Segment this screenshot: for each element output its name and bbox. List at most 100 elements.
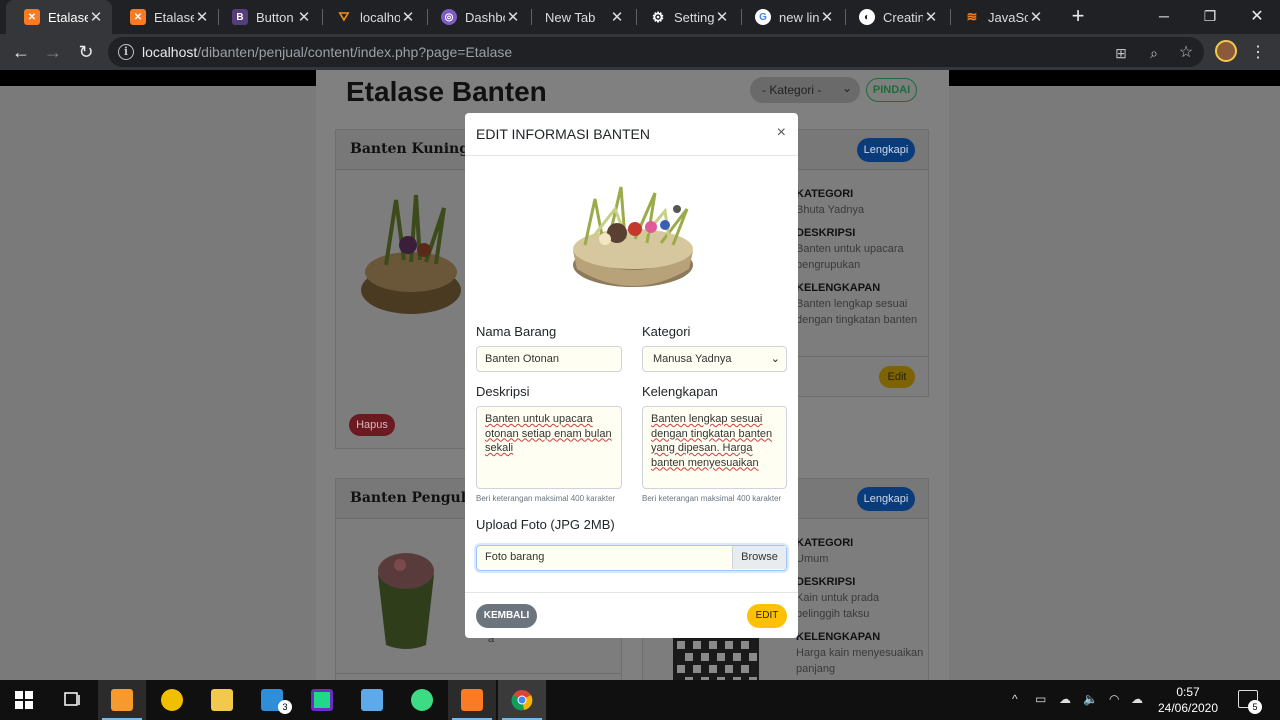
kategori-select[interactable]: Manusa Yadnya ⌄: [642, 346, 787, 372]
wifi-icon[interactable]: ◠: [1109, 692, 1119, 706]
zoom-icon[interactable]: ⌕: [1145, 44, 1163, 62]
edit-small-button[interactable]: Edit: [879, 366, 915, 388]
category-filter-select[interactable]: - Kategori - ⌄: [750, 77, 860, 103]
system-clock[interactable]: 0:57 24/06/2020: [1150, 684, 1226, 716]
back-arrow-icon[interactable]: ←: [9, 40, 33, 64]
modal-header: EDIT INFORMASI BANTEN ×: [465, 113, 798, 156]
mail-badge: 3: [278, 700, 292, 714]
lengkapi-button[interactable]: Lengkapi: [857, 487, 915, 511]
url-text[interactable]: localhost/dibanten/penjual/content/index…: [142, 44, 512, 60]
tab-close-icon[interactable]: ✕: [609, 8, 625, 26]
modal-title: EDIT INFORMASI BANTEN: [476, 126, 650, 142]
address-bar[interactable]: i localhost/dibanten/penjual/content/ind…: [108, 37, 1204, 67]
tab-close-icon[interactable]: ✕: [296, 8, 312, 26]
tab-localhost[interactable]: ⛛ localhost ✕: [318, 0, 424, 34]
mail-icon[interactable]: 3: [248, 680, 296, 720]
tab-close-icon[interactable]: ✕: [194, 8, 210, 26]
deskripsi-textarea[interactable]: Banten untuk upacara otonan setiap enam …: [476, 406, 622, 489]
show-hidden-icons-chevron[interactable]: ^: [1012, 692, 1018, 706]
tab-javascript[interactable]: ≋ JavaScr ✕: [946, 0, 1052, 34]
stackoverflow-icon: ≋: [966, 9, 978, 24]
volume-icon[interactable]: 🔈: [1083, 692, 1098, 706]
back-button[interactable]: KEMBALI: [476, 604, 537, 628]
autodesk-icon[interactable]: [148, 680, 196, 720]
upload-placeholder: Foto barang: [485, 551, 545, 563]
upload-label: Upload Foto (JPG 2MB): [476, 517, 615, 532]
tab-close-icon[interactable]: ✕: [88, 8, 104, 26]
scan-button[interactable]: PINDAI: [866, 78, 917, 102]
product-info: KATEGORI Bhuta Yadnya DESKRIPSI Banten u…: [796, 188, 918, 326]
lengkapi-button[interactable]: Lengkapi: [857, 138, 915, 162]
delete-button[interactable]: Hapus: [349, 414, 395, 436]
tab-close-icon[interactable]: ✕: [400, 8, 416, 26]
tab-dashboard[interactable]: ◎ Dashbo ✕: [423, 0, 529, 34]
profile-avatar[interactable]: [1215, 40, 1237, 62]
xampp-icon[interactable]: [448, 680, 496, 720]
restore-icon[interactable]: ❐: [1187, 0, 1233, 32]
chevron-down-icon: ⌄: [841, 81, 852, 95]
file-explorer-icon[interactable]: [198, 680, 246, 720]
page-title: Etalase Banten: [346, 76, 547, 107]
browse-button[interactable]: Browse: [732, 546, 786, 569]
tab-creating[interactable]: ◐ Creating ✕: [841, 0, 947, 34]
product-image: [361, 194, 461, 314]
tab-close-icon[interactable]: ✕: [923, 8, 939, 26]
sublime-text-icon[interactable]: [98, 680, 146, 720]
chevron-down-icon: ⌄: [770, 353, 780, 365]
upload-file-input[interactable]: Foto barang Browse: [476, 545, 787, 571]
dashboard-icon: ◎: [441, 9, 457, 25]
3d-box-icon[interactable]: [348, 680, 396, 720]
nama-barang-input[interactable]: Banten Otonan: [476, 346, 622, 372]
phpmyadmin-icon: ⛛: [338, 9, 350, 24]
tab-close-icon[interactable]: ✕: [1028, 8, 1044, 26]
product-image: [378, 553, 434, 649]
kelengkapan-textarea[interactable]: Banten lengkap sesuai dengan tingkatan b…: [642, 406, 787, 489]
browser-tab-bar: ✕ Etalase ✕ ✕ Etalase ✕ B Button ✕ ⛛ loc…: [0, 0, 1280, 34]
bookmark-star-icon[interactable]: ☆: [1177, 44, 1195, 62]
tab-close-icon[interactable]: ✕: [714, 8, 730, 26]
edit-submit-button[interactable]: EDIT: [747, 604, 787, 628]
nama-barang-label: Nama Barang: [476, 324, 557, 339]
tab-etalase-active[interactable]: ✕ Etalase ✕: [6, 0, 112, 34]
minimize-icon[interactable]: ─: [1141, 0, 1187, 32]
translate-icon[interactable]: ⊞: [1112, 44, 1130, 62]
windows-taskbar: 3 ^ ▭ ☁ 🔈 ◠ ☁ 0:57 24/06/2020 5: [0, 680, 1280, 720]
windows-start-icon[interactable]: [0, 680, 48, 720]
tab-close-icon[interactable]: ✕: [505, 8, 521, 26]
product-image: [673, 637, 759, 680]
browser-toolbar: ← → ↻ i localhost/dibanten/penjual/conte…: [0, 34, 1280, 70]
tab-settings[interactable]: ⚙ Settings ✕: [632, 0, 738, 34]
new-tab-button[interactable]: +: [1066, 5, 1090, 29]
xampp-icon: ✕: [130, 9, 146, 25]
product-photo: [573, 186, 693, 287]
android-studio-icon[interactable]: [398, 680, 446, 720]
kelengkapan-help: Beri keterangan maksimal 400 karakter: [642, 494, 782, 503]
tab-new-line[interactable]: G new line ✕: [737, 0, 843, 34]
deskripsi-label: Deskripsi: [476, 384, 530, 399]
chrome-icon[interactable]: [498, 680, 546, 720]
site-info-icon[interactable]: i: [118, 44, 134, 60]
deskripsi-help: Beri keterangan maksimal 400 karakter: [476, 494, 616, 503]
tab-etalase[interactable]: ✕ Etalase ✕: [112, 0, 218, 34]
product-info: KATEGORI Umum DESKRIPSI Kain untuk prada…: [796, 537, 924, 675]
battery-icon[interactable]: ▭: [1035, 692, 1046, 706]
close-icon[interactable]: ×: [777, 124, 786, 142]
forward-arrow-icon[interactable]: →: [41, 40, 65, 64]
tab-new-tab[interactable]: New Tab ✕: [527, 0, 633, 34]
tab-button[interactable]: B Button ✕: [214, 0, 320, 34]
kelengkapan-label: Kelengkapan: [642, 384, 718, 399]
google-icon: G: [755, 9, 771, 25]
gear-icon: ⚙: [651, 8, 665, 25]
reload-icon[interactable]: ↻: [74, 40, 98, 64]
close-window-icon[interactable]: ✕: [1234, 0, 1280, 32]
cloud-upload-icon[interactable]: ☁: [1131, 692, 1143, 706]
notification-badge: 5: [1248, 700, 1262, 714]
chrome-menu-icon[interactable]: ⋮: [1250, 42, 1266, 62]
bootstrap-icon: B: [232, 9, 248, 25]
task-view-icon[interactable]: [48, 680, 96, 720]
tab-close-icon[interactable]: ✕: [819, 8, 835, 26]
onedrive-error-icon[interactable]: ☁: [1059, 692, 1071, 706]
globe-icon: ◐: [859, 9, 875, 25]
jetbrains-icon[interactable]: [298, 680, 346, 720]
xampp-icon: ✕: [24, 9, 40, 25]
